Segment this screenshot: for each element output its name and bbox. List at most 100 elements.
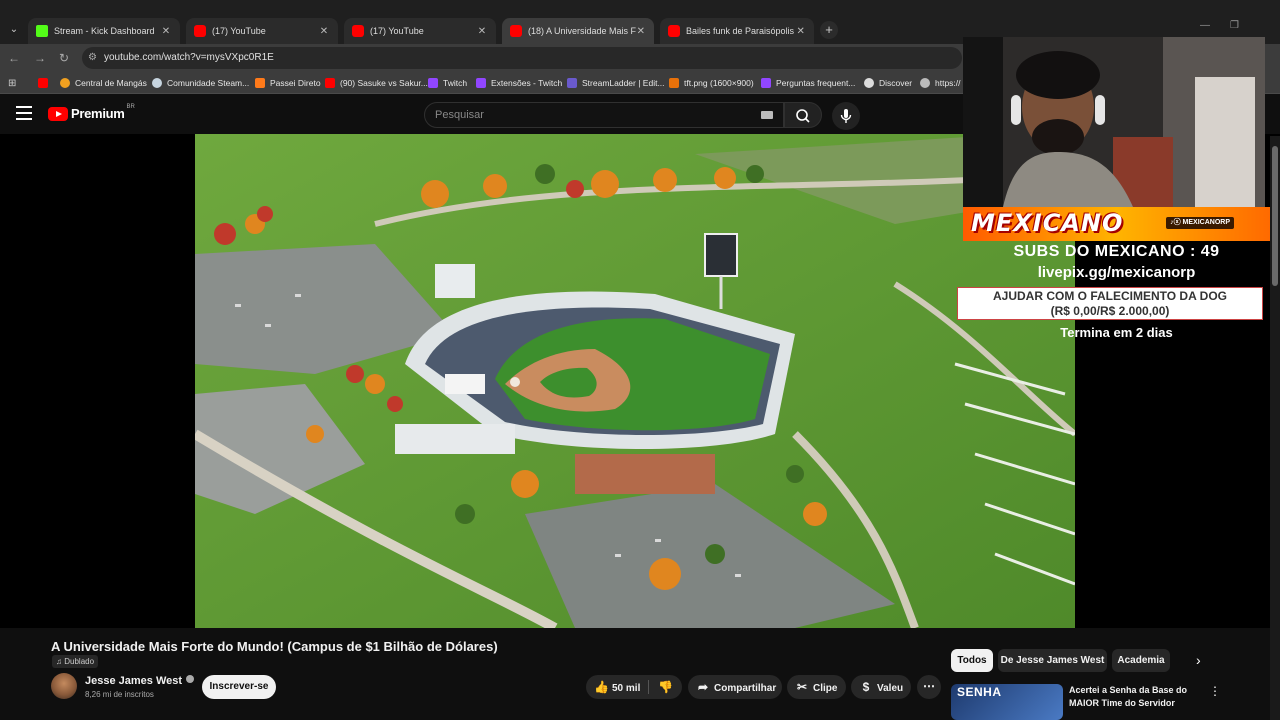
bookmark-https[interactable]: https:// [920,76,961,90]
bookmark-steam[interactable]: Comunidade Steam... [152,76,249,90]
streamladder-icon [567,78,577,88]
address-bar[interactable]: ⚙ youtube.com/watch?v=mysVXpc0R1E [82,47,962,69]
menu-icon[interactable] [16,106,32,120]
thumbs-down-icon: 👎 [658,680,673,694]
bookmark-passei-direto[interactable]: Passei Direto [255,76,321,90]
recommended-video-thumbnail[interactable]: SENHA [951,684,1063,720]
youtube-premium-logo[interactable]: Premium BR [48,103,135,121]
clip-button[interactable]: ✂ Clipe [787,675,846,699]
search-placeholder: Pesquisar [435,109,484,121]
thanks-label: Valeu [877,683,904,694]
screen: ⌄ Stream - Kick Dashboard ✕ (17) YouTube… [0,0,1280,720]
back-icon[interactable]: ← [6,50,22,66]
close-tab-icon[interactable]: ✕ [160,26,172,37]
bookmark-perguntas[interactable]: Perguntas frequent... [761,76,855,90]
social-handle-badge: ♪ⓧ MEXICANORP [1166,217,1234,229]
site-info-icon[interactable]: ⚙ [88,47,97,69]
new-tab-button[interactable]: + [820,21,838,39]
video-player[interactable] [195,134,1075,628]
bookmark-extensoes-twitch[interactable]: Extensões - Twitch [476,76,562,90]
kick-icon [36,25,48,37]
youtube-icon [194,25,206,37]
goal-ends-text: Termina em 2 dias [1060,325,1173,340]
close-tab-icon[interactable]: ✕ [636,26,646,37]
dislike-button[interactable]: 👎 [652,675,682,699]
tab-search-chevron-icon[interactable]: ⌄ [4,20,24,40]
close-tab-icon[interactable]: ✕ [476,26,488,37]
country-code: BR [126,103,135,110]
youtube-icon [668,25,680,37]
search-button[interactable] [784,102,822,128]
subscribe-button[interactable]: Inscrever-se [202,675,276,699]
thanks-button[interactable]: $ Valeu [851,675,911,699]
voice-search-button[interactable] [832,102,860,130]
goal-title: AJUDAR COM O FALECIMENTO DA DOG [992,289,1227,303]
twitch-icon [476,78,486,88]
bookmark-label: Comunidade Steam... [167,78,250,88]
bookmark-youtube[interactable] [38,76,53,90]
thumbnail-text: SENHA [957,685,1002,699]
chevron-right-icon[interactable]: › [1196,652,1201,668]
globe-icon [920,78,930,88]
like-count: 50 mil [612,683,641,694]
tab-title: (18) A Universidade Mais Forte [528,26,636,36]
reload-icon[interactable]: ↻ [56,50,72,66]
twitch-icon [428,78,438,88]
image-icon [669,78,679,88]
tab-title: (17) YouTube [370,26,424,36]
tab-title: Stream - Kick Dashboard [54,26,155,36]
bookmark-label: Twitch [443,78,468,88]
apps-grid-icon[interactable]: ⊞ [8,76,16,90]
like-button[interactable]: 👍 50 mil [594,680,641,694]
search-input[interactable]: Pesquisar [424,102,784,128]
close-tab-icon[interactable]: ✕ [318,26,330,37]
channel-name[interactable]: Jesse James West [85,675,195,687]
bookmark-sasuke-video[interactable]: (90) Sasuke vs Sakur... [325,76,428,90]
more-vert-icon[interactable]: ⋮ [1209,684,1221,698]
tab-youtube-2[interactable]: (17) YouTube ✕ [344,18,496,44]
forward-icon[interactable]: → [32,50,48,66]
youtube-icon [325,78,335,88]
restore-icon[interactable]: ❐ [1230,20,1239,31]
bookmark-label: Discover [879,78,913,88]
youtube-play-icon [48,106,68,121]
tab-kick-dashboard[interactable]: Stream - Kick Dashboard ✕ [28,18,180,44]
bookmark-central-mangas[interactable]: Central de Mangás [60,76,147,90]
chip-academia[interactable]: Academia [1112,649,1170,672]
chip-todos[interactable]: Todos [951,649,993,672]
livepix-link: livepix.gg/mexicanorp [1037,264,1196,281]
stream-overlay: MEXICANO ♪ⓧ MEXICANORP SUBS DO MEXICANO … [957,207,1270,347]
minimize-icon[interactable]: — [1200,20,1210,31]
page-scrollbar[interactable] [1270,136,1280,720]
passei-direto-icon [255,78,265,88]
scrollbar-thumb[interactable] [1272,146,1278,286]
mexicano-banner: MEXICANO ♪ⓧ MEXICANORP [963,207,1270,241]
keyboard-icon[interactable] [761,111,773,119]
share-button[interactable]: ➦ Compartilhar [688,675,782,699]
more-actions-button[interactable]: ⋯ [917,675,941,699]
streamer-webcam [963,37,1265,207]
twitch-icon [761,78,771,88]
subs-counter: SUBS DO MEXICANO : 49 [1013,243,1220,260]
bookmark-tft-png[interactable]: tft.png (1600×900) [669,76,754,90]
recommended-video-title[interactable]: Acertei a Senha da Base do MAIOR Time do… [1069,684,1197,710]
banner-title: MEXICANO [971,209,1124,237]
thumbs-up-icon: 👍 [594,680,609,694]
bookmark-twitch[interactable]: Twitch [428,76,467,90]
close-tab-icon[interactable]: ✕ [796,26,807,37]
share-icon: ➦ [697,680,709,694]
chip-de-jesse-james-west[interactable]: De Jesse James West [998,649,1107,672]
bookmark-label: Perguntas frequent... [776,78,856,88]
donation-goal: AJUDAR COM O FALECIMENTO DA DOG (R$ 0,00… [957,287,1263,320]
manga-icon [60,78,70,88]
channel-avatar[interactable] [51,673,77,699]
search-icon [796,109,810,123]
bookmark-streamladder[interactable]: StreamLadder | Edit... [567,76,665,90]
share-label: Compartilhar [714,683,777,694]
tab-youtube-1[interactable]: (17) YouTube ✕ [186,18,338,44]
tab-universidade-active[interactable]: (18) A Universidade Mais Forte ✕ [502,18,654,44]
dubbed-label: Dublado [64,657,95,666]
bookmark-discover[interactable]: Discover [864,76,912,90]
tab-bailes-funk[interactable]: Bailes funk de Paraisópolis são ✕ [660,18,814,44]
bookmark-label: https:// [935,78,961,88]
